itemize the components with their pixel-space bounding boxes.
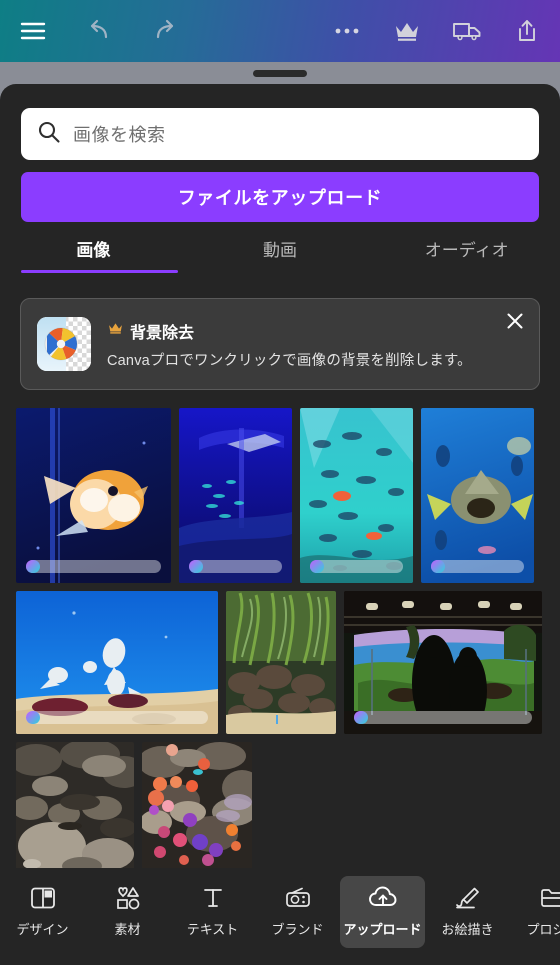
top-toolbar [0,0,560,62]
search-placeholder: 画像を検索 [73,125,166,145]
crown-icon [107,321,124,340]
nav-label: デザイン [16,922,69,937]
share-upload-icon[interactable] [512,16,542,46]
projects-folder-icon [540,884,560,912]
tab-videos[interactable]: 動画 [187,232,374,276]
beach-ball-transparent-icon [37,317,91,371]
nav-label: お絵描き [441,922,494,937]
nav-label: テキスト [186,922,239,937]
upload-thumbnail[interactable] [16,408,171,583]
uploads-panel: 画像を検索 ファイルをアップロード 画像 動画 オーディオ 背景除去 Canva… [0,84,560,965]
upload-progress-bar [431,560,524,573]
nav-item-elements[interactable]: 素材 [85,876,170,948]
upload-thumbnail[interactable] [421,408,534,583]
upload-progress-bar [189,560,282,573]
nav-item-uploads[interactable]: アップロード [340,876,425,948]
nav-item-projects[interactable]: プロジェ [510,876,560,948]
grid-row [0,742,560,870]
close-icon[interactable] [501,307,529,335]
search-input[interactable]: 画像を検索 [21,108,539,160]
active-tab-indicator [21,270,178,273]
layout-design-icon [30,884,56,912]
nav-item-text[interactable]: テキスト [170,876,255,948]
background-remover-promo-card[interactable]: 背景除去 Canvaプロでワンクリックで画像の背景を削除します。 [20,298,540,390]
promo-text: 背景除去 Canvaプロでワンクリックで画像の背景を削除します。 [107,319,472,370]
text-t-icon [200,884,226,912]
upload-thumbnail[interactable] [142,742,252,870]
nav-item-draw[interactable]: お絵描き [425,876,510,948]
app-screen: 画像を検索 ファイルをアップロード 画像 動画 オーディオ 背景除去 Canva… [0,0,560,965]
uploads-grid [0,408,560,878]
bottom-navigation: デザイン 素材 テキスト ブランド アップロード お絵描き プロジ [0,868,560,965]
crown-icon[interactable] [392,16,422,46]
nav-label: 素材 [114,922,141,937]
more-horizontal-icon[interactable] [332,16,362,46]
grid-row [0,591,560,734]
hamburger-menu-icon[interactable] [18,16,48,46]
upload-thumbnail[interactable] [300,408,413,583]
drag-handle[interactable] [253,70,307,77]
nav-label: プロジェ [526,922,560,937]
draw-pen-icon [454,884,482,912]
upload-thumbnail[interactable] [179,408,292,583]
undo-icon[interactable] [84,16,114,46]
upload-thumbnail[interactable] [16,742,134,870]
shapes-elements-icon [114,884,142,912]
upload-progress-bar [26,560,161,573]
search-icon [37,120,61,149]
redo-icon[interactable] [150,16,180,46]
upload-thumbnail[interactable] [16,591,218,734]
nav-label: アップロード [343,922,422,937]
brand-radio-icon [284,884,312,912]
cloud-upload-icon [368,884,398,912]
upload-thumbnail[interactable] [226,591,336,734]
upload-progress-bar [26,711,208,724]
top-toolbar-left [18,16,180,46]
upload-thumbnail[interactable] [344,591,542,734]
promo-subtitle: Canvaプロでワンクリックで画像の背景を削除します。 [107,352,472,369]
top-toolbar-right [332,16,542,46]
delivery-truck-icon[interactable] [452,16,482,46]
promo-title: 背景除去 [130,324,195,342]
tab-audio[interactable]: オーディオ [373,232,560,276]
nav-label: ブランド [271,922,324,937]
promo-title-row: 背景除去 [107,319,472,343]
upload-progress-bar [310,560,403,573]
nav-item-design[interactable]: デザイン [0,876,85,948]
upload-progress-bar [354,711,532,724]
nav-item-brand[interactable]: ブランド [255,876,340,948]
grid-row [0,408,560,583]
upload-file-button[interactable]: ファイルをアップロード [21,172,539,222]
